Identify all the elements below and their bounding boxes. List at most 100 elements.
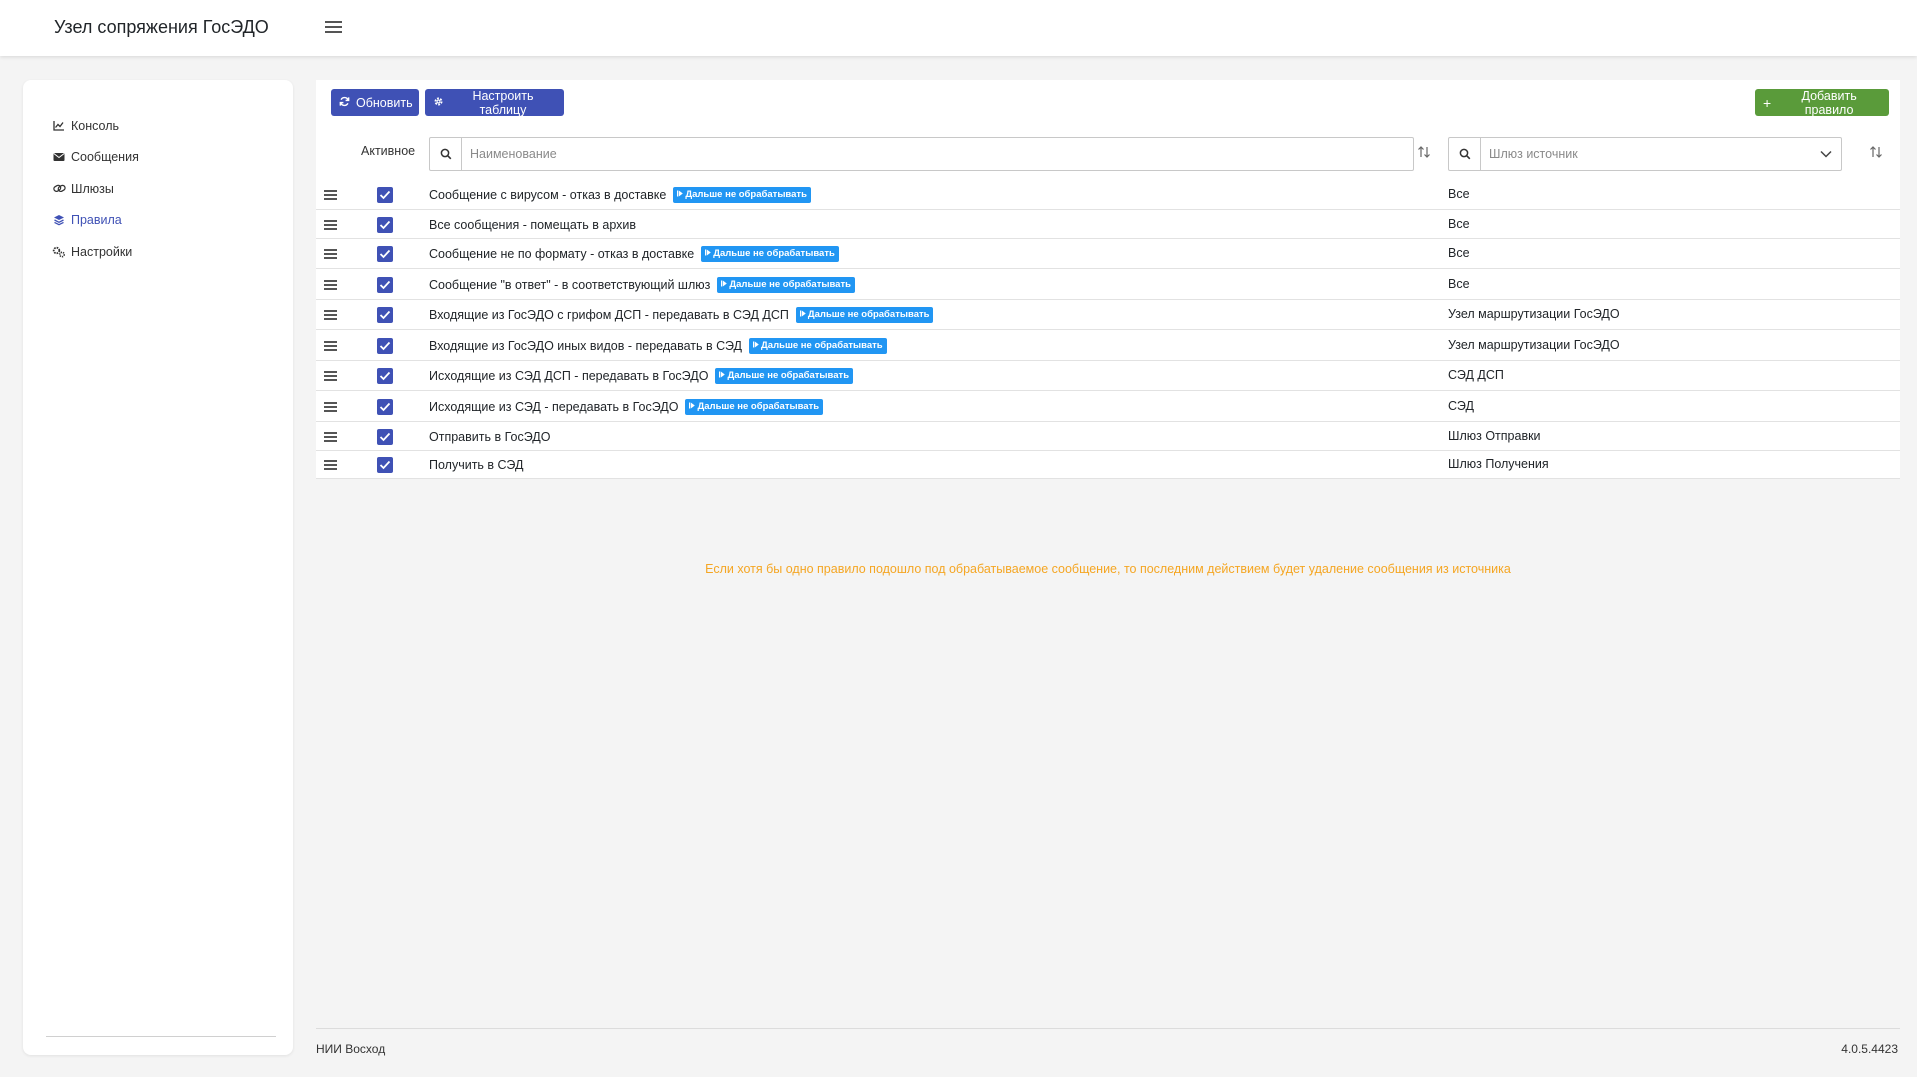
badge-label: Дальше не обрабатывать: [697, 401, 820, 412]
envelope-icon: [51, 150, 67, 164]
sidebar: Консоль Сообщения Шлюзы Правила Настройки: [23, 80, 293, 1055]
table-row[interactable]: Сообщение "в ответ" - в соответствующий …: [316, 269, 1900, 300]
rules-note: Если хотя бы одно правило подошло под об…: [705, 562, 1511, 576]
table-row[interactable]: Сообщение с вирусом - отказ в доставке Да…: [316, 180, 1900, 210]
drag-handle-icon[interactable]: [324, 370, 338, 382]
table-row[interactable]: Получить в СЭД Шлюз Получения: [316, 451, 1900, 479]
configure-table-button[interactable]: Настроить таблицу: [425, 88, 564, 117]
gateway-filter-input[interactable]: [1481, 138, 1811, 170]
table-row[interactable]: Входящие из ГосЭДО иных видов - передава…: [316, 330, 1900, 361]
name-search-input[interactable]: [462, 138, 1413, 170]
drag-handle-icon[interactable]: [324, 279, 338, 291]
table-row[interactable]: Исходящие из СЭД ДСП - передавать в ГосЭ…: [316, 361, 1900, 391]
sidebar-item-label: Консоль: [71, 118, 120, 133]
name-search-field: [429, 137, 1414, 171]
sidebar-item-3[interactable]: Правила: [51, 205, 139, 237]
stop-processing-badge: Дальше не обрабатывать: [749, 338, 887, 354]
active-checkbox[interactable]: [377, 368, 393, 384]
gateway-filter-field: [1448, 137, 1842, 171]
table-row[interactable]: Отправить в ГосЭДО Шлюз Отправки: [316, 422, 1900, 451]
rule-name-cell: Отправить в ГосЭДО: [429, 429, 550, 445]
drag-handle-icon[interactable]: [324, 248, 338, 260]
rule-gateway: СЭД ДСП: [1448, 368, 1504, 382]
stop-processing-badge: Дальше не обрабатывать: [685, 399, 824, 415]
badge-label: Дальше не обрабатывать: [729, 279, 851, 290]
sort-name-icon[interactable]: [1416, 144, 1432, 160]
table-row[interactable]: Входящие из ГосЭДО с грифом ДСП - переда…: [316, 300, 1900, 330]
step-forward-icon: [677, 187, 684, 203]
rule-gateway: Все: [1448, 217, 1470, 231]
rule-name-cell: Исходящие из СЭД - передавать в ГосЭДО Да…: [429, 399, 824, 415]
table-row[interactable]: Исходящие из СЭД - передавать в ГосЭДО Да…: [316, 391, 1900, 422]
active-checkbox[interactable]: [377, 217, 393, 233]
chart-line-icon: [51, 119, 67, 133]
sidebar-item-label: Правила: [71, 213, 122, 228]
stop-processing-badge: Дальше не обрабатывать: [673, 187, 811, 203]
active-checkbox[interactable]: [377, 246, 393, 262]
refresh-button[interactable]: Обновить: [331, 89, 419, 116]
sidebar-item-1[interactable]: Сообщения: [51, 142, 139, 174]
app-title: Узел сопряжения ГосЭДО: [54, 17, 269, 37]
rule-gateway: Шлюз Получения: [1448, 457, 1549, 471]
chevron-down-icon[interactable]: [1811, 138, 1841, 170]
rule-name-cell: Входящие из ГосЭДО с грифом ДСП - переда…: [429, 307, 934, 323]
menu-toggle-icon[interactable]: [324, 18, 344, 36]
main-content: Обновить Настроить таблицу + Добавить пр…: [316, 80, 1900, 1028]
active-checkbox[interactable]: [377, 338, 393, 354]
active-checkbox[interactable]: [377, 457, 393, 473]
rule-name-cell: Сообщение с вирусом - отказ в доставке Да…: [429, 187, 811, 203]
active-checkbox[interactable]: [377, 307, 393, 323]
active-checkbox[interactable]: [377, 277, 393, 293]
plus-icon: +: [1763, 94, 1772, 111]
drag-handle-icon[interactable]: [324, 431, 338, 443]
badge-label: Дальше не обрабатывать: [761, 340, 883, 351]
add-rule-button[interactable]: + Добавить правило: [1755, 88, 1889, 117]
drag-handle-icon[interactable]: [324, 459, 338, 471]
add-rule-label: Добавить правило: [1801, 88, 1857, 117]
gear-icon: [433, 96, 444, 110]
footer-version: 4.0.5.4423: [1841, 1042, 1898, 1056]
step-forward-icon: [721, 277, 728, 293]
active-checkbox[interactable]: [377, 399, 393, 415]
rule-gateway: Шлюз Отправки: [1448, 429, 1541, 443]
drag-handle-icon[interactable]: [324, 219, 338, 231]
rule-gateway: Все: [1448, 246, 1470, 260]
drag-handle-icon[interactable]: [324, 401, 338, 413]
rule-name: Сообщение не по формату - отказ в достав…: [429, 247, 695, 261]
sidebar-item-label: Настройки: [71, 244, 133, 259]
active-checkbox[interactable]: [377, 429, 393, 445]
step-forward-icon: [689, 399, 696, 415]
refresh-label: Обновить: [356, 95, 413, 110]
rule-gateway: Узел маршрутизации ГосЭДО: [1448, 307, 1620, 321]
drag-handle-icon[interactable]: [324, 189, 338, 201]
footer-company: НИИ Восход: [316, 1042, 386, 1056]
step-forward-icon: [753, 338, 759, 354]
search-icon: [1449, 138, 1481, 170]
drag-handle-icon[interactable]: [324, 340, 338, 352]
stop-processing-badge: Дальше не обрабатывать: [795, 307, 934, 323]
refresh-icon: [339, 96, 350, 110]
rule-gateway: Все: [1448, 277, 1470, 291]
step-forward-icon: [799, 307, 806, 323]
rule-name: Сообщение "в ответ" - в соответствующий …: [429, 278, 711, 292]
badge-label: Дальше не обрабатывать: [713, 248, 835, 259]
active-checkbox[interactable]: [377, 187, 393, 203]
stop-processing-badge: Дальше не обрабатывать: [701, 246, 839, 262]
sidebar-item-2[interactable]: Шлюзы: [51, 173, 139, 205]
table-row[interactable]: Все сообщения - помещать в архив Все: [316, 210, 1900, 239]
rule-name-cell: Сообщение не по формату - отказ в достав…: [429, 246, 839, 262]
rule-gateway: Узел маршрутизации ГосЭДО: [1448, 338, 1620, 352]
sidebar-item-0[interactable]: Консоль: [51, 110, 139, 142]
layers-icon: [51, 213, 67, 227]
step-forward-icon: [705, 246, 712, 262]
rule-name: Получить в СЭД: [429, 458, 524, 472]
table-row[interactable]: Сообщение не по формату - отказ в достав…: [316, 239, 1900, 269]
configure-table-label: Настроить таблицу: [472, 88, 534, 117]
sidebar-item-label: Шлюзы: [71, 181, 114, 196]
link-icon: [51, 182, 67, 196]
drag-handle-icon[interactable]: [324, 309, 338, 321]
step-forward-icon: [719, 368, 726, 384]
sidebar-item-4[interactable]: Настройки: [51, 236, 139, 268]
sort-gateway-icon[interactable]: [1868, 144, 1884, 160]
badge-label: Дальше не обрабатывать: [727, 370, 850, 381]
